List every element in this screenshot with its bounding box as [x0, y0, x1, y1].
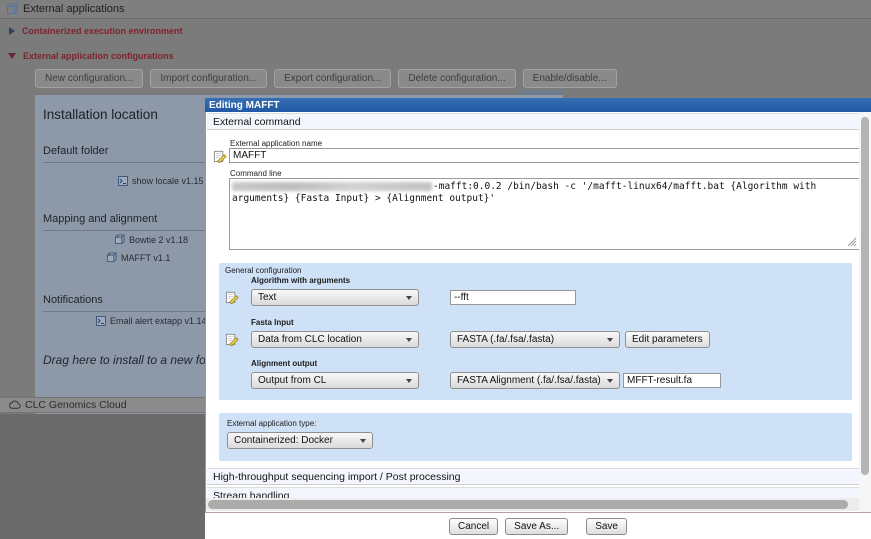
- tree-item-label[interactable]: Containerized execution environment: [22, 26, 183, 36]
- chevron-down-icon: [406, 295, 412, 300]
- external-applications-icon: [7, 3, 18, 14]
- application-type-label: External application type:: [227, 419, 317, 428]
- dialog-body: External command External application na…: [205, 112, 871, 512]
- dialog-titlebar[interactable]: Editing MAFFT: [205, 98, 871, 112]
- cloud-icon: [9, 400, 21, 409]
- save-as-button[interactable]: Save As...: [505, 517, 569, 535]
- collapsed-arrow-icon[interactable]: [9, 27, 15, 35]
- workspace-empty-area: [0, 414, 205, 539]
- window-title: External applications: [23, 3, 125, 15]
- new-configuration-button[interactable]: New configuration...: [35, 69, 144, 88]
- application-type-group: External application type: Containerized…: [219, 413, 852, 461]
- screen: External applications Containerized exec…: [0, 0, 871, 539]
- edit-pencil-icon: [225, 333, 239, 346]
- fasta-input-label: Fasta Input: [251, 318, 294, 327]
- vertical-scrollbar[interactable]: [859, 112, 871, 512]
- app-name-input[interactable]: [229, 148, 860, 163]
- horizontal-scrollbar[interactable]: [206, 498, 859, 511]
- installed-app-label[interactable]: Email alert extapp v1.14: [110, 316, 207, 326]
- output-format-dropdown[interactable]: FASTA Alignment (.fa/.fsa/.fasta): [450, 372, 620, 389]
- edit-pencil-icon: [213, 150, 227, 163]
- dialog-footer: Cancel Save As... Save: [205, 512, 871, 539]
- general-configuration-legend: General configuration: [225, 266, 302, 275]
- dialog-title: Editing MAFFT: [209, 99, 280, 111]
- chevron-down-icon: [360, 438, 366, 443]
- fasta-format-dropdown[interactable]: FASTA (.fa/.fsa/.fasta): [450, 331, 620, 348]
- tree-item-containerized[interactable]: Containerized execution environment: [9, 26, 183, 36]
- section-label: High-throughput sequencing import / Post…: [213, 470, 461, 483]
- import-configuration-button[interactable]: Import configuration...: [150, 69, 268, 88]
- command-line-text-1: -mafft:0.0.2 /bin/bash -c '/mafft-linux6…: [433, 181, 817, 192]
- panel-heading: Installation location: [43, 107, 158, 122]
- window-titlebar: External applications: [0, 0, 871, 19]
- section-label: External command: [213, 115, 301, 128]
- algorithm-arguments-label: Algorithm with arguments: [251, 276, 351, 285]
- chevron-down-icon: [406, 337, 412, 342]
- edit-pencil-icon: [225, 291, 239, 304]
- enable-disable-button[interactable]: Enable/disable...: [522, 69, 617, 88]
- cancel-button[interactable]: Cancel: [449, 517, 499, 535]
- chevron-down-icon: [607, 378, 613, 383]
- command-line-label: Command line: [230, 169, 282, 178]
- section-hts-import[interactable]: High-throughput sequencing import / Post…: [207, 468, 859, 485]
- algorithm-arguments-input[interactable]: [450, 290, 576, 305]
- horizontal-scrollbar-thumb[interactable]: [208, 500, 848, 509]
- installed-app-item[interactable]: Bowtie 2 v1.18: [114, 234, 188, 245]
- fasta-source-dropdown[interactable]: Data from CLC location: [251, 331, 419, 348]
- dropdown-value: Text: [258, 292, 277, 303]
- app-name-label: External application name: [230, 139, 323, 148]
- output-source-dropdown[interactable]: Output from CL: [251, 372, 419, 389]
- installed-app-item[interactable]: show locale v1.15: [118, 176, 204, 186]
- installed-app-item[interactable]: MAFFT v1.1: [106, 252, 170, 263]
- installed-app-item[interactable]: Email alert extapp v1.14: [96, 316, 207, 326]
- expanded-arrow-icon[interactable]: [8, 53, 16, 59]
- command-line-textarea[interactable]: -mafft:0.0.2 /bin/bash -c '/mafft-linux6…: [229, 178, 860, 250]
- installed-app-label[interactable]: MAFFT v1.1: [121, 253, 170, 263]
- clc-genomics-cloud-label[interactable]: CLC Genomics Cloud: [25, 399, 127, 411]
- cube-icon: [114, 234, 125, 245]
- dropdown-value: FASTA (.fa/.fsa/.fasta): [457, 334, 555, 345]
- general-configuration-group: General configuration Algorithm with arg…: [219, 263, 852, 400]
- save-button[interactable]: Save: [586, 517, 627, 535]
- redacted-registry-text: [232, 182, 432, 191]
- dropdown-value: Output from CL: [258, 375, 327, 386]
- export-configuration-button[interactable]: Export configuration...: [274, 69, 392, 88]
- edit-parameters-button[interactable]: Edit parameters: [625, 331, 710, 348]
- alignment-output-label: Alignment output: [251, 359, 318, 368]
- output-filename-input[interactable]: [623, 373, 721, 388]
- installed-app-label[interactable]: show locale v1.15: [132, 176, 204, 186]
- tree-item-label[interactable]: External application configurations: [23, 51, 174, 61]
- dropdown-value: FASTA Alignment (.fa/.fsa/.fasta): [457, 375, 601, 386]
- configuration-toolbar: New configuration... Import configuratio…: [35, 69, 617, 88]
- section-external-command[interactable]: External command: [207, 113, 859, 130]
- terminal-icon: [96, 316, 106, 326]
- dropdown-value: Containerized: Docker: [234, 435, 333, 446]
- chevron-down-icon: [607, 337, 613, 342]
- delete-configuration-button[interactable]: Delete configuration...: [398, 69, 516, 88]
- application-type-dropdown[interactable]: Containerized: Docker: [227, 432, 373, 449]
- terminal-icon: [118, 176, 128, 186]
- tree-item-configurations[interactable]: External application configurations: [8, 51, 174, 61]
- installed-app-label[interactable]: Bowtie 2 v1.18: [129, 235, 188, 245]
- drag-hint-text: Drag here to install to a new folder: [43, 353, 226, 367]
- vertical-scrollbar-thumb[interactable]: [861, 117, 869, 475]
- command-line-text-2: arguments} {Fasta Input} > {Alignment ou…: [232, 193, 496, 204]
- algorithm-type-dropdown[interactable]: Text: [251, 289, 419, 306]
- cube-icon: [106, 252, 117, 263]
- editing-mafft-dialog: Editing MAFFT External command External …: [205, 98, 871, 539]
- dropdown-value: Data from CLC location: [258, 334, 362, 345]
- chevron-down-icon: [406, 378, 412, 383]
- resize-grip-icon[interactable]: [847, 237, 857, 247]
